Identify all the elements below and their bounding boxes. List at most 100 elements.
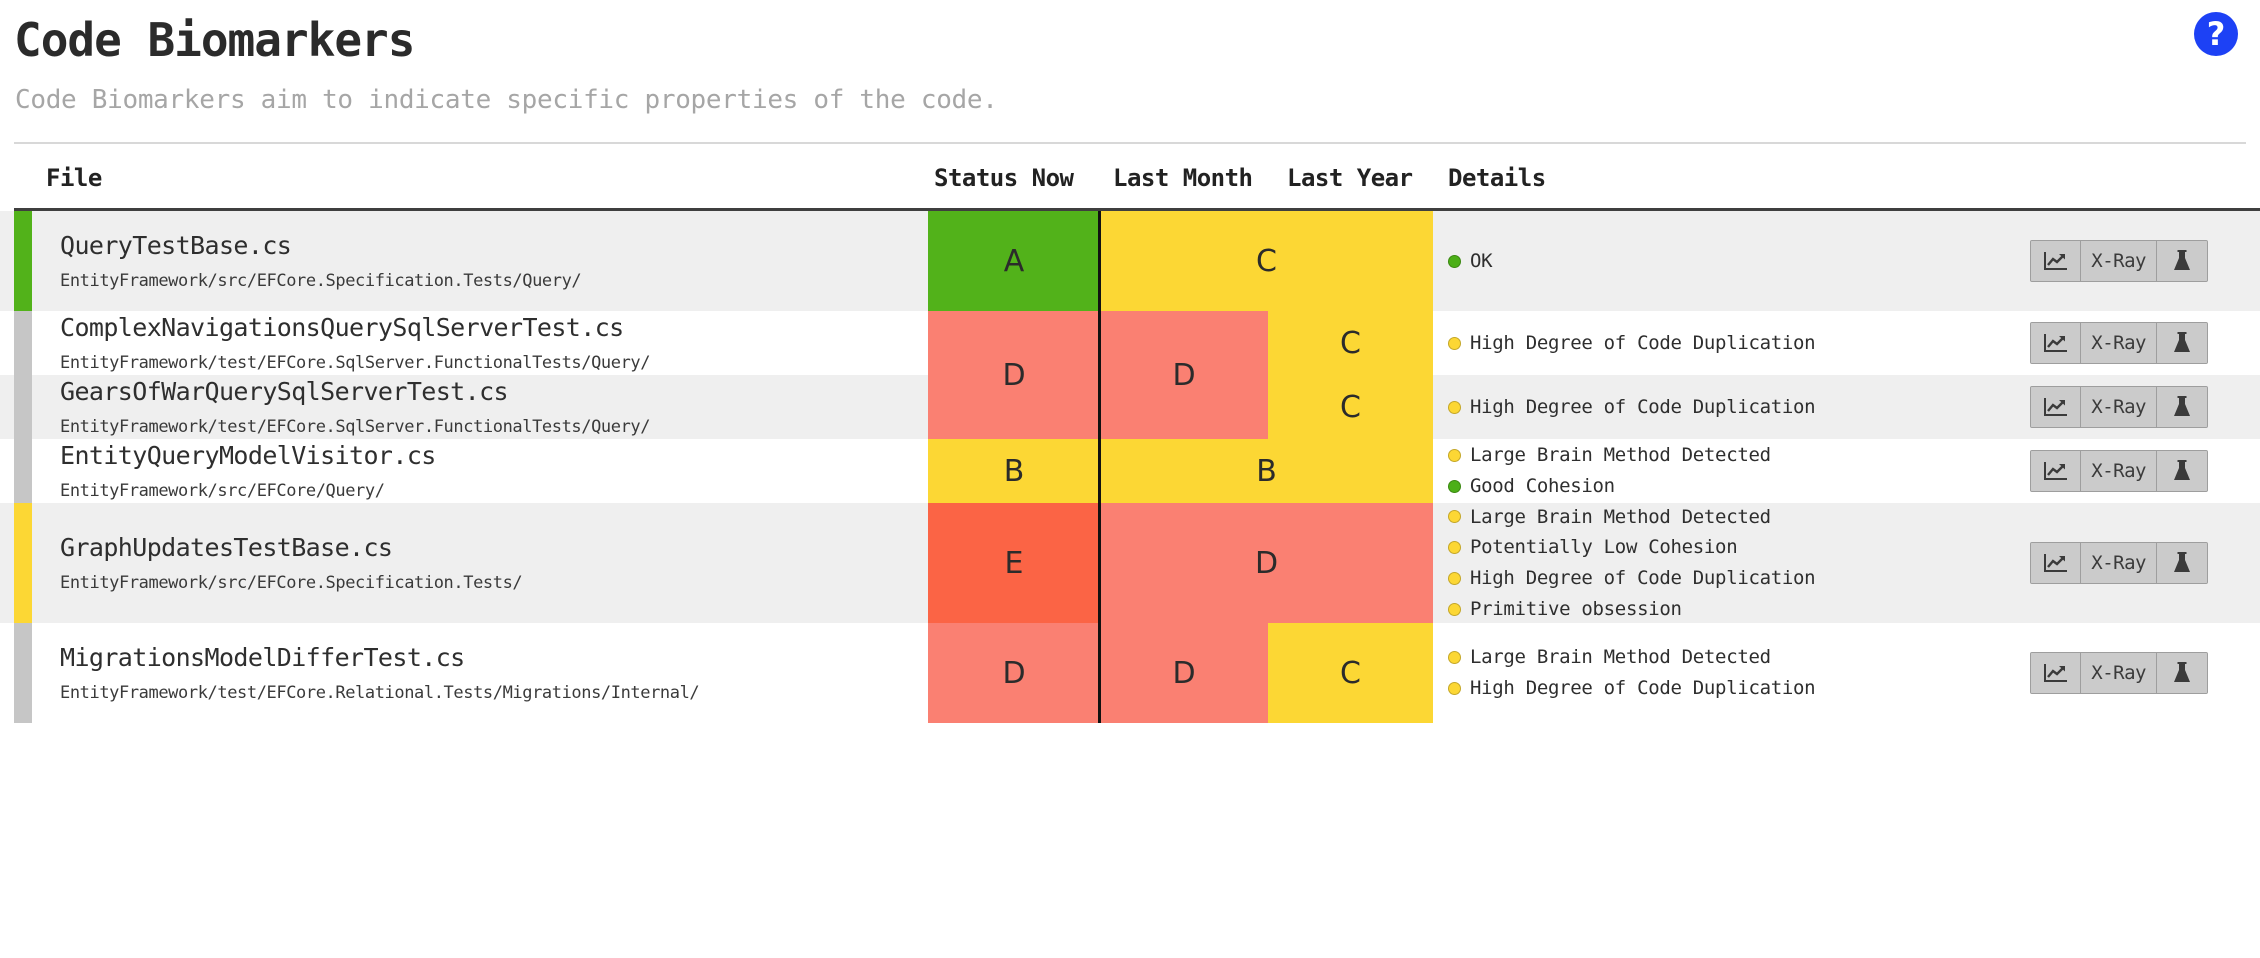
severity-dot-icon (1448, 449, 1461, 463)
column-header-file: File (46, 164, 102, 193)
column-header-status-now: Status Now (934, 164, 1074, 193)
detail-label: Large Brain Method Detected (1470, 444, 1771, 467)
file-cell[interactable]: GraphUpdatesTestBase.cs EntityFramework/s… (60, 503, 900, 623)
xray-button[interactable]: X-Ray (2081, 241, 2157, 282)
detail-item: Potentially Low Cohesion (1448, 532, 1968, 563)
file-name: MigrationsModelDifferTest.cs (60, 643, 465, 673)
grade-cell[interactable]: D (1100, 311, 1268, 440)
trend-chart-icon-button[interactable] (2031, 543, 2082, 584)
detail-label: High Degree of Code Duplication (1470, 677, 1816, 700)
table-column-headers: File Status Now Last Month Last Year Det… (0, 164, 2260, 212)
row-actions: X-Ray (2030, 322, 2208, 365)
file-name: GearsOfWarQuerySqlServerTest.cs (60, 377, 509, 407)
details-cell: OK (1448, 211, 1968, 311)
grade-cell[interactable]: D (928, 311, 1100, 440)
severity-dot-icon (1448, 651, 1461, 665)
severity-dot-icon (1448, 336, 1461, 350)
grade-cell[interactable]: D (1100, 503, 1433, 624)
page-title: Code Biomarkers (14, 13, 415, 67)
details-cell: Large Brain Method Detected High Degree o… (1448, 623, 1968, 723)
flask-icon-button[interactable] (2157, 323, 2207, 364)
file-cell[interactable]: GearsOfWarQuerySqlServerTest.cs EntityFra… (60, 375, 900, 439)
severity-dot-icon (1448, 571, 1461, 585)
detail-label: High Degree of Code Duplication (1470, 331, 1816, 354)
column-header-last-month: Last Month (1113, 164, 1253, 193)
trend-chart-icon-button[interactable] (2031, 241, 2082, 282)
severity-dot-icon (1448, 602, 1461, 616)
severity-dot-icon (1448, 400, 1461, 414)
severity-dot-icon (1448, 510, 1461, 524)
xray-button[interactable]: X-Ray (2081, 323, 2157, 364)
file-cell[interactable]: EntityQueryModelVisitor.cs EntityFramewor… (60, 439, 900, 503)
xray-button[interactable]: X-Ray (2081, 543, 2157, 584)
header-divider-rule (14, 142, 2246, 145)
grade-cell[interactable]: C (1268, 311, 1433, 376)
file-cell[interactable]: QueryTestBase.cs EntityFramework/src/EFCo… (60, 211, 900, 311)
grade-cell[interactable]: C (1268, 623, 1433, 724)
file-path: EntityFramework/src/EFCore.Specification… (60, 573, 523, 594)
detail-item: High Degree of Code Duplication (1448, 392, 1968, 423)
row-health-marker (14, 211, 32, 312)
grade-cell[interactable]: D (928, 623, 1100, 724)
detail-item: Large Brain Method Detected (1448, 642, 1968, 673)
trend-chart-icon-button[interactable] (2031, 387, 2082, 428)
grade-cell[interactable]: A (928, 211, 1100, 312)
page-header: Code Biomarkers Code Biomarkers aim to i… (0, 0, 2260, 116)
flask-icon-button[interactable] (2157, 653, 2207, 694)
file-name: ComplexNavigationsQuerySqlServerTest.cs (60, 313, 624, 343)
file-name: QueryTestBase.cs (60, 231, 292, 261)
flask-icon-button[interactable] (2157, 451, 2207, 492)
row-actions: X-Ray (2030, 386, 2208, 429)
flask-icon-button[interactable] (2157, 543, 2207, 584)
detail-label: Potentially Low Cohesion (1470, 536, 1738, 559)
grade-cell[interactable]: B (928, 439, 1100, 504)
detail-item: Large Brain Method Detected (1448, 502, 1968, 533)
biomarkers-table: File Status Now Last Month Last Year Det… (0, 164, 2260, 724)
help-icon[interactable]: ? (2194, 12, 2238, 56)
severity-dot-icon (1448, 479, 1461, 493)
file-path: EntityFramework/test/EFCore.Relational.T… (60, 683, 700, 704)
xray-button[interactable]: X-Ray (2081, 451, 2157, 492)
xray-button[interactable]: X-Ray (2081, 653, 2157, 694)
row-actions: X-Ray (2030, 652, 2208, 695)
flask-icon-button[interactable] (2157, 387, 2207, 428)
page-subtitle: Code Biomarkers aim to indicate specific… (15, 84, 998, 115)
details-cell: Large Brain Method Detected Good Cohesion (1448, 439, 1968, 503)
detail-item: High Degree of Code Duplication (1448, 673, 1968, 704)
grade-cell[interactable]: D (1100, 623, 1268, 724)
xray-button[interactable]: X-Ray (2081, 387, 2157, 428)
row-actions: X-Ray (2030, 240, 2208, 283)
grade-cell[interactable]: C (1100, 211, 1433, 312)
detail-label: OK (1470, 249, 1493, 272)
row-health-marker (14, 623, 32, 724)
grade-cell[interactable]: B (1100, 439, 1433, 504)
row-health-marker (14, 375, 32, 440)
row-actions: X-Ray (2030, 542, 2208, 585)
row-health-marker (14, 503, 32, 624)
file-cell[interactable]: ComplexNavigationsQuerySqlServerTest.cs E… (60, 311, 900, 375)
detail-label: Large Brain Method Detected (1470, 505, 1771, 528)
column-header-last-year: Last Year (1287, 164, 1413, 193)
detail-label: Large Brain Method Detected (1470, 646, 1771, 669)
detail-item: Primitive obsession (1448, 594, 1968, 625)
grade-cell[interactable]: C (1268, 375, 1433, 440)
trend-chart-icon-button[interactable] (2031, 653, 2082, 694)
detail-label: Primitive obsession (1470, 597, 1682, 620)
file-path: EntityFramework/src/EFCore.Specification… (60, 271, 582, 292)
file-path: EntityFramework/test/EFCore.SqlServer.Fu… (60, 417, 651, 438)
trend-chart-icon-button[interactable] (2031, 451, 2082, 492)
trend-chart-icon-button[interactable] (2031, 323, 2082, 364)
file-cell[interactable]: MigrationsModelDifferTest.cs EntityFramew… (60, 623, 900, 723)
detail-item: High Degree of Code Duplication (1448, 563, 1968, 594)
severity-dot-icon (1448, 254, 1461, 268)
details-cell: High Degree of Code Duplication (1448, 311, 1968, 375)
flask-icon-button[interactable] (2157, 241, 2207, 282)
detail-item: High Degree of Code Duplication (1448, 328, 1968, 359)
row-health-marker (14, 439, 32, 504)
file-name: GraphUpdatesTestBase.cs (60, 533, 393, 563)
detail-label: High Degree of Code Duplication (1470, 567, 1816, 590)
grade-cell[interactable]: E (928, 503, 1100, 624)
file-name: EntityQueryModelVisitor.cs (60, 441, 436, 471)
file-path: EntityFramework/src/EFCore/Query/ (60, 481, 385, 502)
detail-label: Good Cohesion (1470, 475, 1615, 498)
